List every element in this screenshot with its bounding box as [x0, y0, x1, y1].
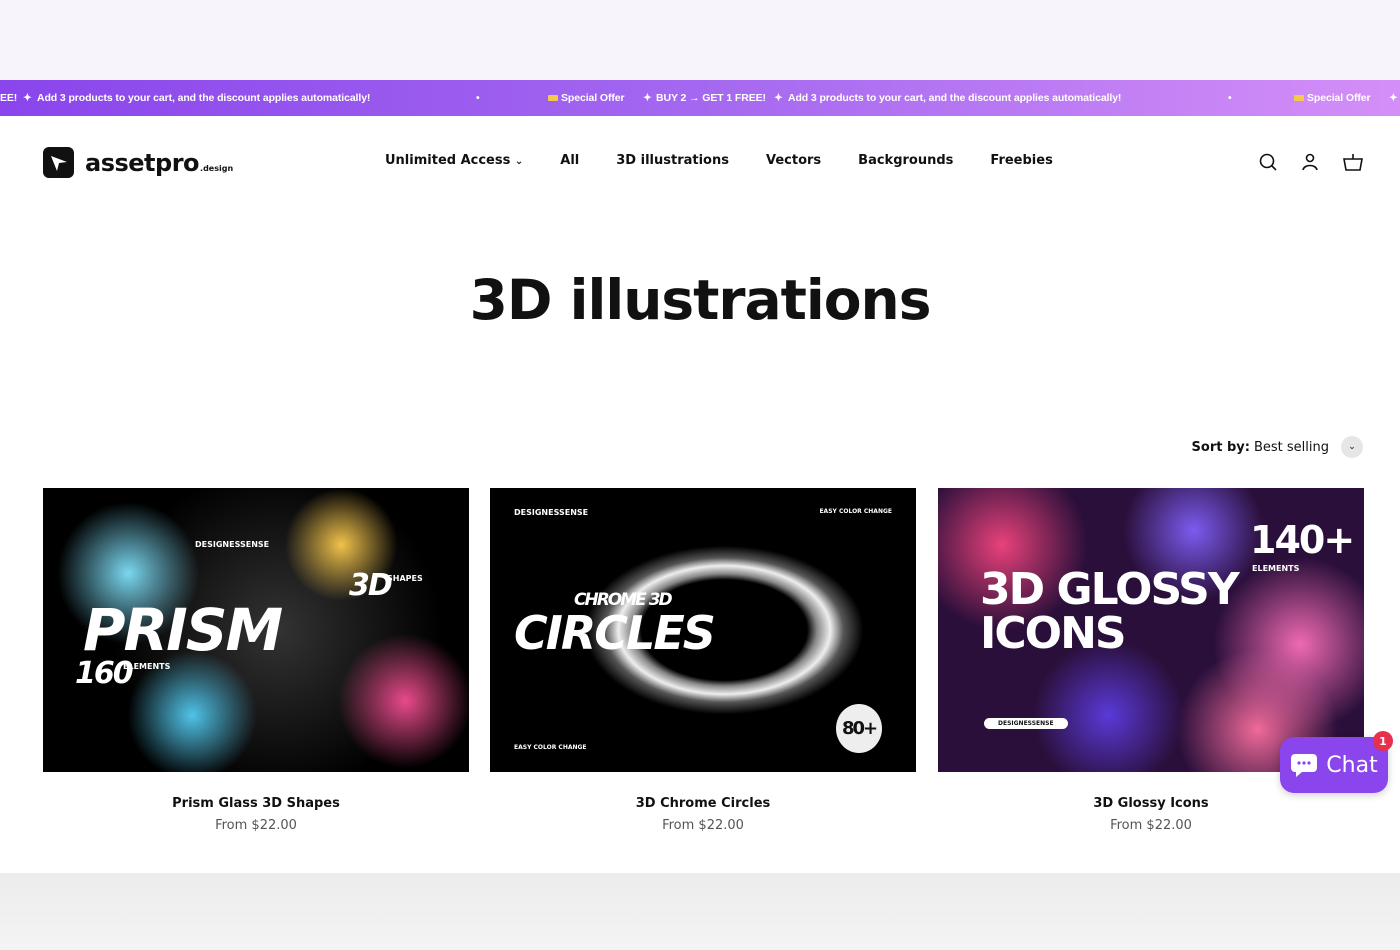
chevron-down-icon: ⌄	[514, 156, 524, 167]
nav-unlimited-access[interactable]: Unlimited Access ⌄	[385, 153, 523, 168]
product-card[interactable]: DESIGNESSENSE 3D SHAPES PRISM 160 ELEMEN…	[43, 488, 469, 833]
nav-all[interactable]: All	[560, 153, 579, 168]
sparkle-icon: ✦	[774, 92, 783, 104]
logo[interactable]: assetpro .design	[43, 147, 233, 178]
sort-value: Best selling	[1253, 439, 1329, 455]
banner-text: Special Offer	[1307, 92, 1371, 104]
site-header: assetpro .design Unlimited Access ⌄ All …	[0, 135, 1400, 191]
tag-icon	[548, 95, 558, 102]
notification-badge: 1	[1373, 731, 1393, 751]
sparkle-icon: ✦	[23, 92, 32, 104]
nav-backgrounds[interactable]: Backgrounds	[858, 153, 953, 168]
top-spacer	[0, 0, 1400, 80]
banner-offer: Special Offer	[548, 90, 625, 106]
account-icon[interactable]	[1300, 152, 1320, 172]
announcement-marquee: EE! ✦ Add 3 products to your cart, and t…	[0, 80, 1400, 116]
logo-suffix: .design	[200, 164, 234, 173]
logo-icon	[43, 147, 74, 178]
chat-button[interactable]: Chat	[1280, 737, 1388, 793]
product-name[interactable]: 3D Glossy Icons	[938, 796, 1364, 811]
cart-icon[interactable]	[1342, 152, 1364, 172]
sparkle-icon: ✦	[1389, 92, 1398, 104]
page-title: 3D illustrations	[469, 268, 932, 332]
product-image[interactable]: DESIGNESSENSE EASY COLOR CHANGE CHROME 3…	[490, 488, 916, 772]
dot-separator: •	[476, 92, 480, 104]
chat-bubble-icon	[1291, 754, 1318, 777]
product-price: From $22.00	[662, 818, 744, 833]
product-name[interactable]: 3D Chrome Circles	[490, 796, 916, 811]
nav-3d-illustrations[interactable]: 3D illustrations	[616, 153, 729, 168]
banner-offer: Special Offer	[1294, 90, 1371, 106]
sort-dropdown[interactable]: Sort by: Best selling ⌄	[1192, 436, 1363, 458]
dot-separator: •	[1228, 92, 1232, 104]
product-price: From $22.00	[1110, 818, 1192, 833]
product-card[interactable]: DESIGNESSENSE EASY COLOR CHANGE CHROME 3…	[490, 488, 916, 833]
banner-text: Special Offer	[561, 92, 625, 104]
product-name[interactable]: Prism Glass 3D Shapes	[43, 796, 469, 811]
sparkle-icon: ✦	[643, 92, 652, 104]
sort-label: Sort by:	[1191, 439, 1250, 455]
logo-text: assetpro	[85, 148, 200, 177]
banner-text: Add 3 products to your cart, and the dis…	[37, 92, 371, 104]
banner-text: BUY 2 → GET 1 FREE!	[656, 92, 766, 104]
nav-freebies[interactable]: Freebies	[990, 153, 1052, 168]
main-nav: Unlimited Access ⌄ All 3D illustrations …	[385, 153, 1053, 168]
chevron-down-icon[interactable]: ⌄	[1341, 436, 1363, 458]
product-price: From $22.00	[215, 818, 297, 833]
search-icon[interactable]	[1258, 152, 1278, 172]
banner-text: Add 3 products to your cart, and the dis…	[788, 92, 1122, 104]
footer-band	[0, 873, 1400, 950]
nav-vectors[interactable]: Vectors	[766, 153, 821, 168]
product-image[interactable]: DESIGNESSENSE 3D SHAPES PRISM 160 ELEMEN…	[43, 488, 469, 772]
tag-icon	[1294, 95, 1304, 102]
banner-text: EE!	[0, 92, 18, 104]
product-image[interactable]: 140+ ELEMENTS 3D GLOSSY ICONS DESIGNESSE…	[938, 488, 1364, 772]
chat-label: Chat	[1326, 752, 1378, 778]
